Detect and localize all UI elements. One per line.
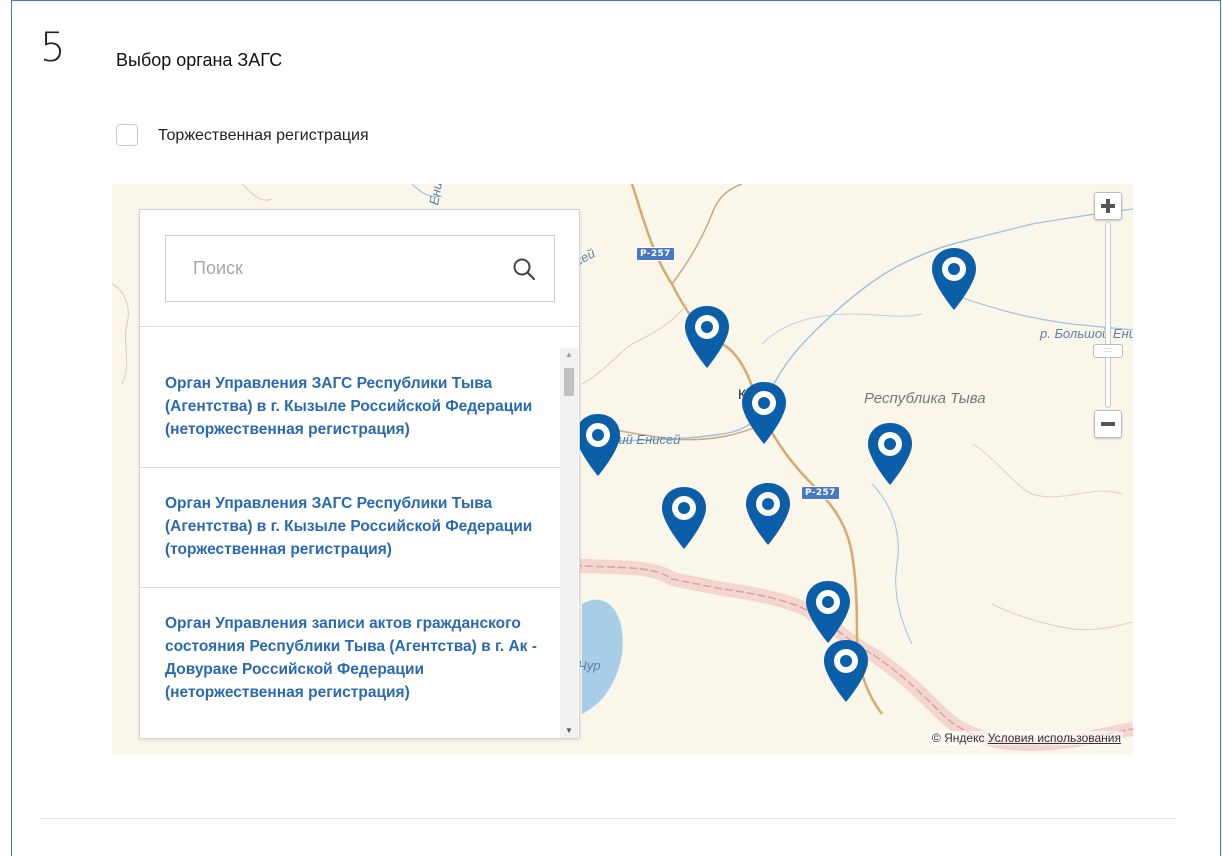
office-list: Орган Управления ЗАГС Республики Тыва (А… <box>140 348 560 738</box>
list-item[interactable]: Орган Управления ЗАГС Республики Тыва (А… <box>140 348 560 468</box>
list-item[interactable]: Орган Управления записи актов гражданско… <box>140 588 560 730</box>
road-minor-1 <box>671 184 743 285</box>
map-pin[interactable] <box>822 638 870 704</box>
road-badge: Р-257 <box>801 486 840 500</box>
ceremonial-registration-label[interactable]: Торжественная регистрация <box>158 127 369 145</box>
zoom-slider-track[interactable] <box>1105 222 1111 408</box>
contour-3 <box>991 603 1133 631</box>
search-icon[interactable] <box>512 257 536 281</box>
step-number: 5 <box>40 25 66 71</box>
office-name[interactable]: Орган Управления записи актов гражданско… <box>165 612 542 704</box>
ceremonial-registration-checkbox[interactable] <box>116 124 138 146</box>
map-copyright: © Яндекс Условия использования <box>929 731 1123 745</box>
minus-icon <box>1101 422 1115 426</box>
river-small-2 <box>761 313 923 345</box>
terms-of-use-link[interactable]: Условия использования <box>988 731 1121 745</box>
zoom-in-button[interactable] <box>1094 192 1122 220</box>
panel-divider <box>140 326 579 327</box>
label-lake: Чур <box>578 658 601 673</box>
search-box <box>165 235 555 302</box>
road-badge: Р-257 <box>636 247 675 261</box>
river-small-1 <box>871 483 913 645</box>
map-pin[interactable] <box>660 485 708 551</box>
zoom-slider-handle[interactable]: :::: <box>1093 344 1123 358</box>
list-item[interactable]: Орган Управления ЗАГС Республики Тыва (А… <box>140 468 560 588</box>
map-pin[interactable] <box>930 246 978 312</box>
list-scrollbar[interactable]: ▲ ▼ <box>560 348 578 738</box>
map-pin[interactable] <box>866 421 914 487</box>
office-name[interactable]: Орган Управления ЗАГС Республики Тыва (А… <box>165 492 542 561</box>
section-divider <box>40 818 1176 819</box>
plus-icon <box>1101 199 1115 213</box>
lake-shape <box>582 599 623 714</box>
search-input[interactable] <box>166 236 496 301</box>
label-river-bolshoy-2: р. Большой Ени <box>1040 326 1133 341</box>
scroll-up-icon[interactable]: ▲ <box>560 348 578 362</box>
office-list-panel: Орган Управления ЗАГС Республики Тыва (А… <box>139 209 580 739</box>
contour-4 <box>112 283 129 385</box>
map-pin[interactable] <box>574 412 622 478</box>
office-name[interactable]: Орган Управления ЗАГС Республики Тыва (А… <box>165 372 542 441</box>
scroll-thumb[interactable] <box>564 368 574 396</box>
contour-1 <box>581 303 688 385</box>
label-region: Республика Тыва <box>864 390 986 407</box>
map-pin[interactable] <box>744 481 792 547</box>
scroll-down-icon[interactable]: ▼ <box>560 724 578 738</box>
map-pin[interactable] <box>804 579 852 645</box>
zoom-out-button[interactable] <box>1094 410 1122 438</box>
contour-5 <box>241 184 273 201</box>
map-pin[interactable] <box>740 380 788 446</box>
copyright-text: © Яндекс <box>931 731 985 745</box>
contour-2 <box>971 443 1123 498</box>
map-pin[interactable] <box>683 304 731 370</box>
step-title: Выбор органа ЗАГС <box>116 50 283 70</box>
